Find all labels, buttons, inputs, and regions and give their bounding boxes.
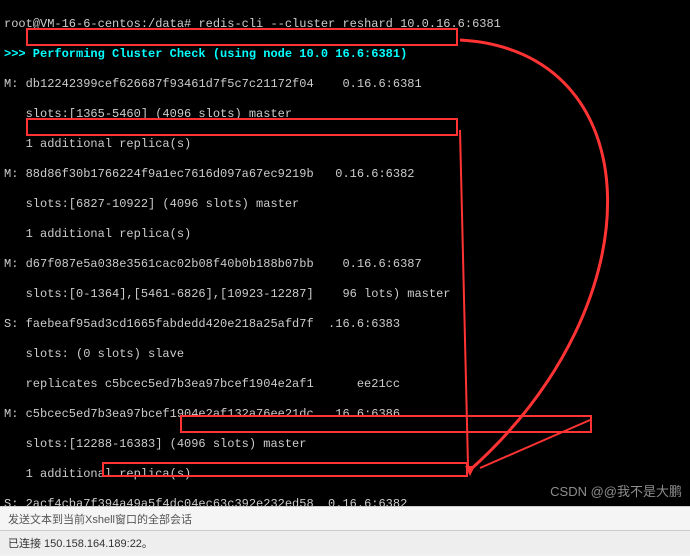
input-hint-bar[interactable]: 发送文本到当前Xshell窗口的全部会话 xyxy=(0,506,690,530)
output-line: slots: (0 slots) slave xyxy=(4,347,686,362)
output-line: slots:[6827-10922] (4096 slots) master xyxy=(4,197,686,212)
shell-prompt: root@VM-16-6-centos:/data# xyxy=(4,17,198,31)
node-addr: .16.6:6386 xyxy=(314,407,400,421)
output-line: slots:[0-1364],[5461-6826],[10923-12287]… xyxy=(4,287,686,302)
node-addr: 0.16.6:6382 xyxy=(314,167,415,181)
terminal-output[interactable]: root@VM-16-6-centos:/data# redis-cli --c… xyxy=(0,0,690,506)
output-line: S: 2acf4cba7f394a49a5f4dc04ec63c392e232e… xyxy=(4,497,314,506)
output-line: >>> Performing Cluster Check (using node… xyxy=(4,47,686,62)
command-text: redis-cli --cluster reshard 10.0.16.6:63… xyxy=(198,17,500,31)
connection-status-bar: 已连接 150.158.164.189:22。 xyxy=(0,530,690,554)
output-line: replicates c5bcec5ed7b3ea97bcef1904e2af1… xyxy=(4,377,686,392)
node-addr: 0.16.6:6381 xyxy=(314,77,422,91)
node-role: M: xyxy=(4,257,26,271)
node-addr: 0.16.6:6387 xyxy=(314,257,422,271)
output-line: M: c5bcec5ed7b3ea97bcef1904e2af132a76ee2… xyxy=(4,407,314,421)
connection-status-text: 已连接 150.158.164.189:22。 xyxy=(8,538,153,550)
output-line: S: faebeaf95ad3cd1665fabdedd420e218a25af… xyxy=(4,317,314,331)
node-addr: 0.16.6:6382 xyxy=(314,497,408,506)
node-id: db12242399cef626687f93461d7f5c7c21172f04 xyxy=(26,77,314,91)
input-hint-text: 发送文本到当前Xshell窗口的全部会话 xyxy=(8,514,192,526)
node-id: d67f087e5a038e3561cac02b08f40b0b188b07bb xyxy=(26,257,314,271)
output-line: 1 additional replica(s) xyxy=(4,227,686,242)
output-line: 1 additional replica(s) xyxy=(4,137,686,152)
annotation-arrows xyxy=(0,0,690,506)
node-role: M: xyxy=(4,77,26,91)
output-line: 1 additional replica(s) xyxy=(4,467,686,482)
output-line: M: 88d86f30b1766224f9a1ec7616d097a67ec92… xyxy=(4,167,314,181)
output-line: slots:[12288-16383] (4096 slots) master xyxy=(4,437,686,452)
node-addr: .16.6:6383 xyxy=(314,317,400,331)
output-line: slots:[1365-5460] (4096 slots) master xyxy=(4,107,686,122)
